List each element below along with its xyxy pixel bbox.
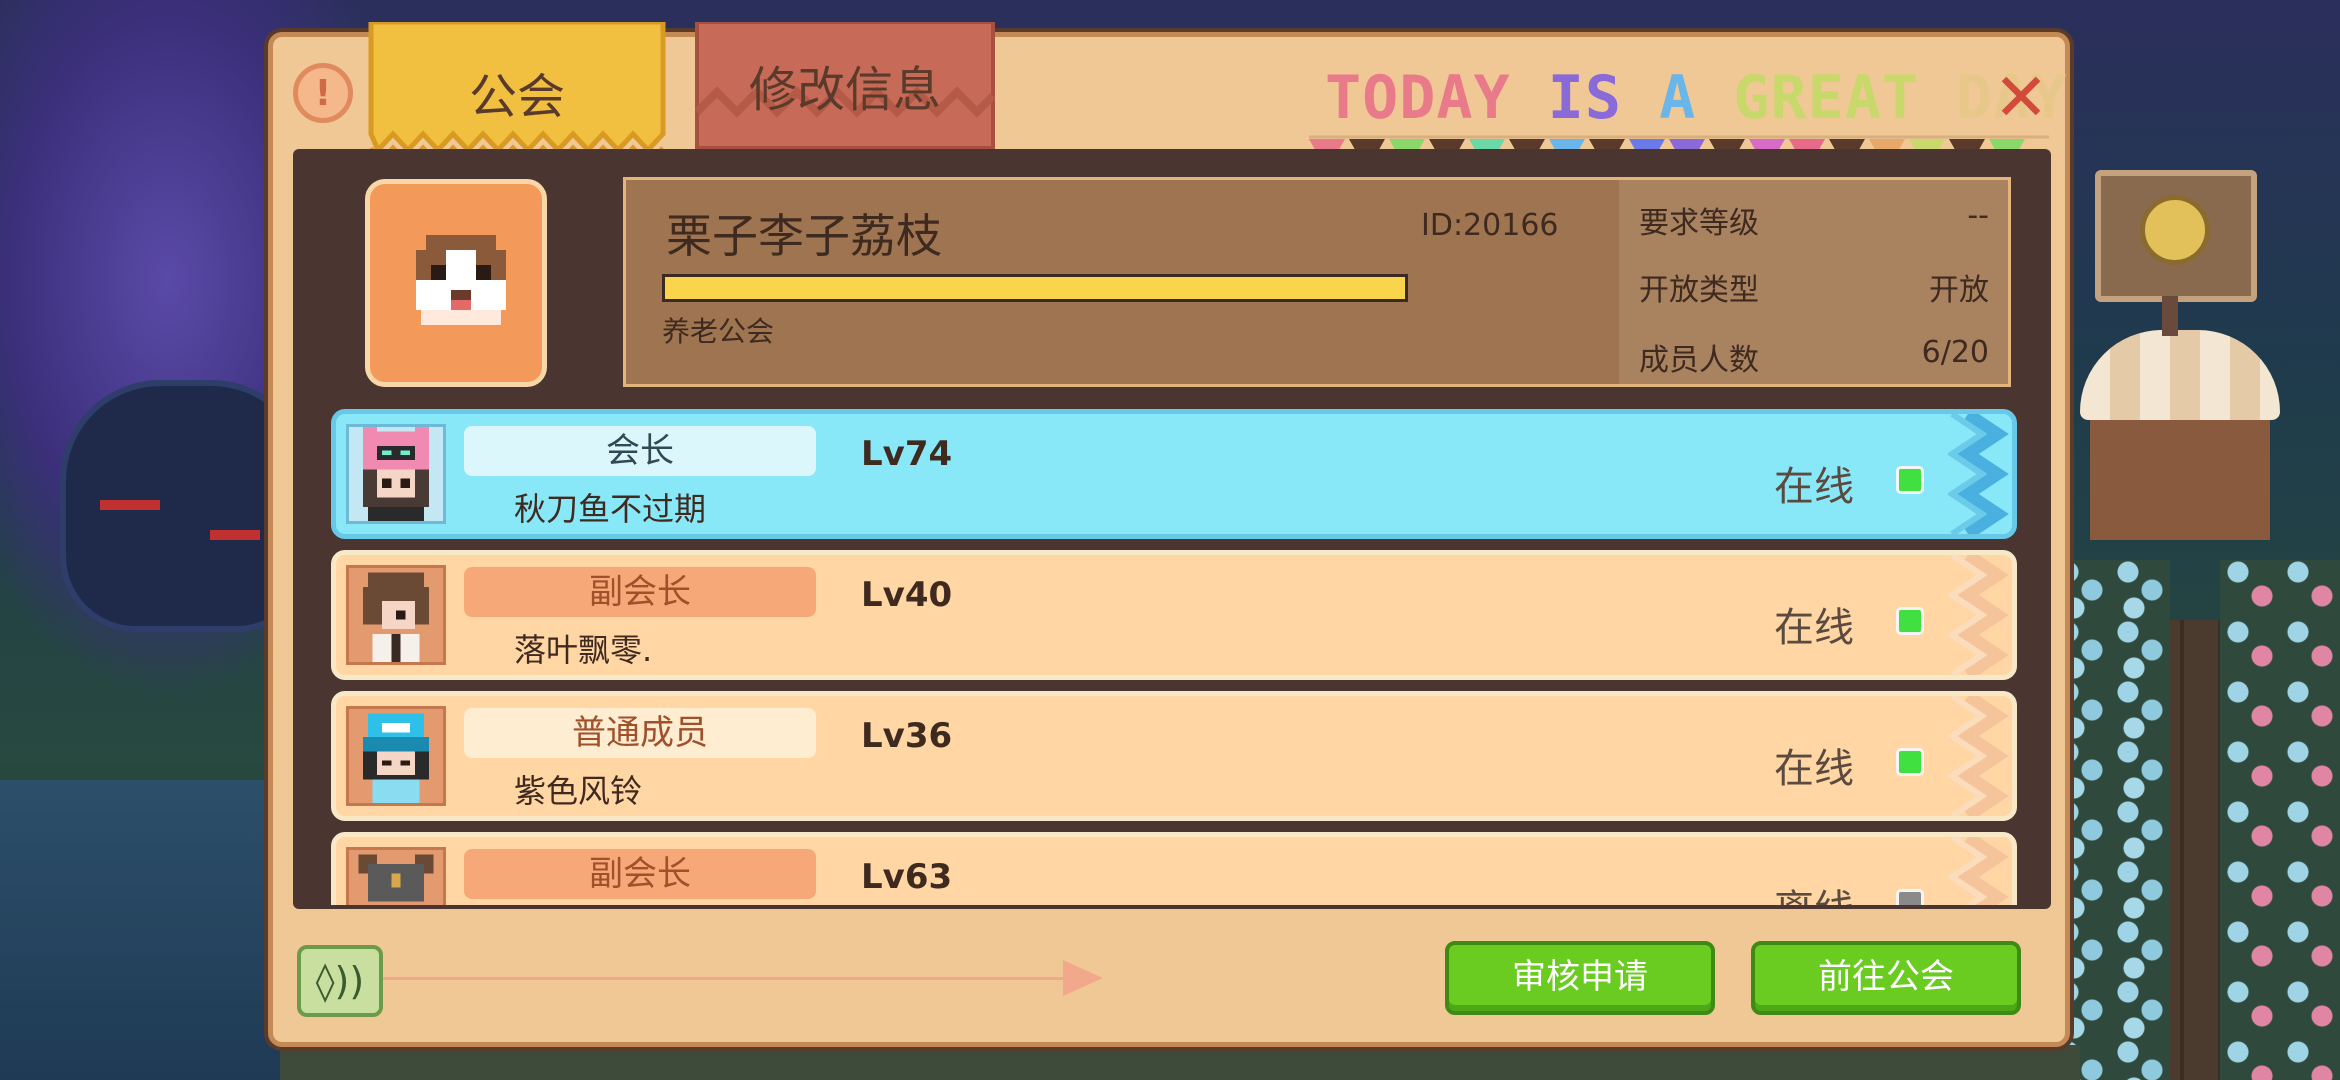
banner-space [1919,63,1956,133]
sound-button[interactable]: ◊)) [297,945,383,1017]
banner-space [1511,63,1548,133]
member-avatar [346,424,446,524]
arrow-right-icon [1063,960,1103,996]
member-avatar [346,706,446,806]
guild-name: 栗子李子荔枝 [666,209,942,263]
whale-eye [210,530,260,540]
member-role: 会长 [464,426,816,476]
member-name: 落叶飘零. [514,631,653,669]
member-level: Lv63 [861,857,953,897]
tab-edit-info-label: 修改信息 [748,62,941,118]
cat-hood-avatar-icon [363,427,429,521]
online-indicator [1896,748,1924,776]
member-status: 在线 [1774,605,1854,651]
member-list[interactable]: 会长 秋刀鱼不过期 Lv74 在线 副会长 落叶飘零. Lv40 在线 普通成员… [331,409,2017,905]
speaker-icon: ◊)) [315,959,365,1003]
stat-value: -- [1967,198,1989,233]
guild-avatar[interactable] [365,179,547,387]
banner-word: IS [1547,63,1622,133]
member-level: Lv36 [861,716,953,756]
coin-icon [2140,195,2210,265]
zigzag-decor [1948,696,2009,816]
member-row[interactable]: 普通成员 紫色风铃 Lv36 在线 [331,691,2017,821]
stat-member-count: 成员人数 6/20 [1639,335,1989,378]
stat-label: 开放类型 [1639,273,1759,308]
brown-hair-avatar-icon [363,572,429,662]
footer-arrow-line [383,977,1083,980]
guild-dialog: ! 公会 修改信息 TODAY IS A GREAT DAY ✕ 栗子李子荔枝 … [268,22,2070,1047]
member-row[interactable]: 副会长 Lv63 离线 [331,832,2017,905]
member-status: 离线 [1774,877,1854,905]
zigzag-decor [1948,555,2009,675]
banner-word: GREAT [1733,63,1919,133]
close-button[interactable]: ✕ [1988,65,2054,131]
member-row[interactable]: 会长 秋刀鱼不过期 Lv74 在线 [331,409,2017,539]
zigzag-decor [1948,414,2009,534]
member-status: 在线 [1774,746,1854,792]
member-name: 紫色风铃 [514,772,643,810]
member-role: 副会长 [464,567,816,617]
market-stall [2090,420,2270,540]
ground-strip [280,1045,2080,1080]
online-indicator [1896,466,1924,494]
member-role: 普通成员 [464,708,816,758]
stat-label: 成员人数 [1639,343,1759,378]
whale-eye [100,500,160,510]
member-row[interactable]: 副会长 落叶飘零. Lv40 在线 [331,550,2017,680]
banner-space [1696,63,1733,133]
raccoon-icon [416,235,506,325]
flower-bed [2220,560,2340,1080]
offline-indicator [1896,889,1924,905]
guild-id: ID:20166 [1421,208,1559,243]
member-status: 在线 [1774,464,1854,510]
guild-stats-panel: 要求等级 -- 开放类型 开放 成员人数 6/20 [1619,177,2011,387]
stat-value: 开放 [1929,273,1989,308]
guild-exp-bar [662,274,1408,302]
stat-label: 要求等级 [1639,206,1759,241]
member-name: 秋刀鱼不过期 [514,490,707,528]
close-icon: ✕ [1993,59,2049,136]
stat-value: 6/20 [1921,335,1989,370]
member-level: Lv74 [861,434,953,474]
member-avatar [346,847,446,905]
member-role: 副会长 [464,849,816,899]
online-indicator [1896,607,1924,635]
help-button[interactable]: ! [293,63,353,123]
cap-avatar-icon [363,713,429,803]
stat-required-level: 要求等级 -- [1639,198,1989,241]
help-icon: ! [314,72,332,114]
tab-guild-label: 公会 [468,69,565,125]
pond [0,780,280,1080]
banner-word: A [1659,63,1697,133]
zigzag-decor [1948,837,2009,905]
member-level: Lv40 [861,575,953,615]
guild-tag: 养老公会 [662,315,775,348]
review-applications-button[interactable]: 审核申请 [1445,941,1715,1015]
sign-post [2162,296,2178,336]
go-to-guild-button[interactable]: 前往公会 [1751,941,2021,1015]
member-avatar [346,565,446,665]
banner-space [1622,63,1659,133]
stat-open-type: 开放类型 开放 [1639,265,1989,308]
banner-word: TODAY [1325,63,1511,133]
today-banner: TODAY IS A GREAT DAY [1325,63,2066,133]
guild-info-panel: 栗子李子荔枝 ID:20166 养老公会 [623,177,1623,387]
helmet-avatar-icon [358,854,434,902]
